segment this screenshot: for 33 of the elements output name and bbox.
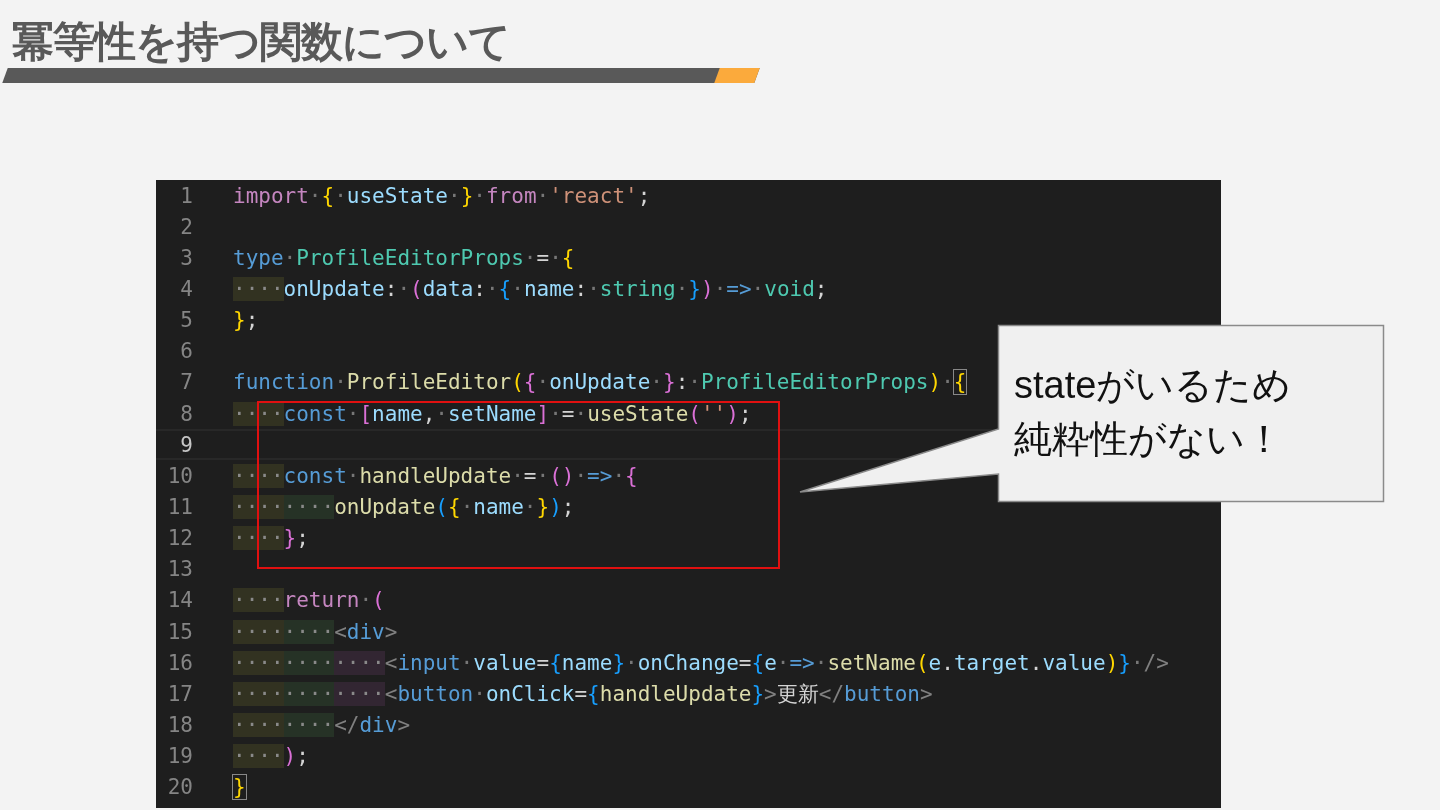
- line-number: 5: [179, 308, 193, 333]
- code-line: ············<input·value={name}·onChange={e·=>·setName(e.target.value)}·/>: [233, 650, 1169, 675]
- line-number: 11: [166, 494, 193, 519]
- line-number: 20: [166, 775, 193, 800]
- code-line: ········<div>: [233, 619, 398, 644]
- line-number: 18: [166, 712, 193, 737]
- code-line: }: [233, 775, 246, 800]
- line-number: 4: [179, 277, 193, 301]
- code-line: ············<button·onClick={handleUpdate}>更新</button>: [233, 680, 933, 708]
- line-number: 17: [166, 681, 193, 706]
- line-number: 19: [166, 744, 193, 769]
- line-number: 6: [179, 339, 193, 364]
- code-line: ····onUpdate:·(data:·{·name:·string·})·=>·void;: [233, 277, 828, 301]
- code-line: ····return·(: [233, 588, 385, 613]
- slide-title: 冪等性を持つ関数について: [12, 16, 511, 68]
- line-number: 1: [179, 183, 193, 208]
- code-line: import·{·useState·}·from·'react';: [233, 183, 651, 208]
- line-number: 16: [166, 650, 193, 675]
- code-line: function·ProfileEditor({·onUpdate·}:·ProfileEditorProps)·{: [233, 370, 967, 395]
- line-number: 14: [166, 588, 193, 613]
- line-number: 8: [179, 401, 193, 426]
- line-number: 9: [179, 432, 193, 457]
- line-number: 12: [166, 526, 193, 551]
- callout-text: stateがいるため 純粋性がない！: [1014, 363, 1292, 462]
- code-line: type·ProfileEditorProps·=·{: [233, 245, 575, 270]
- line-number: 2: [179, 214, 193, 239]
- line-number: 7: [179, 370, 193, 395]
- line-number: 15: [166, 619, 193, 644]
- line-number: 13: [166, 557, 193, 582]
- code-line: };: [233, 308, 259, 333]
- line-number: 3: [179, 245, 193, 270]
- line-number: 10: [166, 463, 193, 488]
- code-line: ········</div>: [233, 712, 411, 737]
